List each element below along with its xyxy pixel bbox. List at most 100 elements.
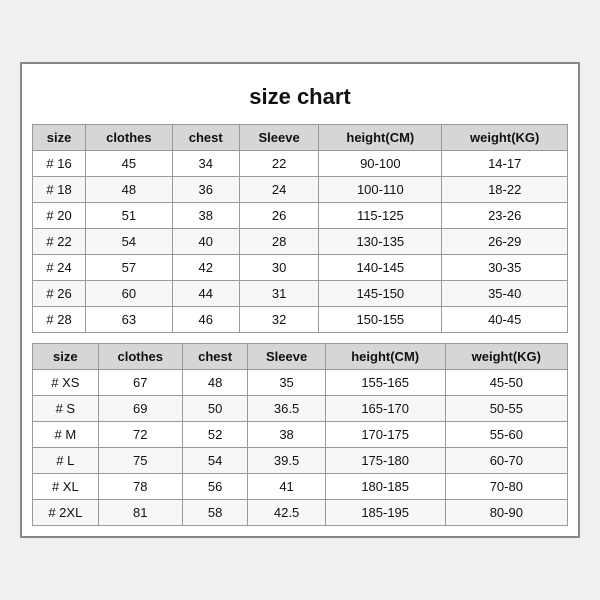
table-cell: # 20 — [33, 203, 86, 229]
table-cell: 34 — [172, 151, 239, 177]
table-cell: 40 — [172, 229, 239, 255]
table-cell: 78 — [98, 474, 182, 500]
table-cell: 39.5 — [248, 448, 325, 474]
table-cell: 44 — [172, 281, 239, 307]
table-cell: # 22 — [33, 229, 86, 255]
table-cell: 90-100 — [319, 151, 442, 177]
table-cell: 38 — [172, 203, 239, 229]
table-cell: 50-55 — [445, 396, 567, 422]
table-cell: # 18 — [33, 177, 86, 203]
table-cell: 22 — [239, 151, 318, 177]
table-cell: 67 — [98, 370, 182, 396]
table-cell: 75 — [98, 448, 182, 474]
table-cell: 60 — [86, 281, 172, 307]
table-cell: 42.5 — [248, 500, 325, 526]
table-cell: 115-125 — [319, 203, 442, 229]
table-cell: 80-90 — [445, 500, 567, 526]
table-cell: 31 — [239, 281, 318, 307]
table-cell: 42 — [172, 255, 239, 281]
table-cell: 63 — [86, 307, 172, 333]
table-cell: 56 — [182, 474, 248, 500]
table2-col-header: clothes — [98, 344, 182, 370]
table-cell: # S — [33, 396, 99, 422]
table-cell: 41 — [248, 474, 325, 500]
table-cell: 70-80 — [445, 474, 567, 500]
table2-body: # XS674835155-16545-50# S695036.5165-170… — [33, 370, 568, 526]
table1-col-header: chest — [172, 125, 239, 151]
table-row: # S695036.5165-17050-55 — [33, 396, 568, 422]
table-row: # 1645342290-10014-17 — [33, 151, 568, 177]
table-cell: 40-45 — [442, 307, 568, 333]
table1-body: # 1645342290-10014-17# 18483624100-11018… — [33, 151, 568, 333]
table1-col-header: clothes — [86, 125, 172, 151]
table1-col-header: height(CM) — [319, 125, 442, 151]
table-cell: 58 — [182, 500, 248, 526]
table1-header: sizeclotheschestSleeveheight(CM)weight(K… — [33, 125, 568, 151]
size-table-1: sizeclotheschestSleeveheight(CM)weight(K… — [32, 124, 568, 333]
table-cell: 48 — [182, 370, 248, 396]
table-cell: 45 — [86, 151, 172, 177]
table-cell: # M — [33, 422, 99, 448]
table-cell: 100-110 — [319, 177, 442, 203]
table-cell: 54 — [182, 448, 248, 474]
table-cell: # 24 — [33, 255, 86, 281]
table-cell: 36 — [172, 177, 239, 203]
table-cell: 145-150 — [319, 281, 442, 307]
table-cell: 24 — [239, 177, 318, 203]
table-cell: # XL — [33, 474, 99, 500]
table-cell: 14-17 — [442, 151, 568, 177]
table-cell: 69 — [98, 396, 182, 422]
table-cell: 51 — [86, 203, 172, 229]
table-cell: 18-22 — [442, 177, 568, 203]
table-cell: # 26 — [33, 281, 86, 307]
table-cell: 32 — [239, 307, 318, 333]
table-cell: # 16 — [33, 151, 86, 177]
table-cell: 35-40 — [442, 281, 568, 307]
table-cell: # L — [33, 448, 99, 474]
table-cell: # 2XL — [33, 500, 99, 526]
table2-header: sizeclotheschestSleeveheight(CM)weight(K… — [33, 344, 568, 370]
table-row: # XS674835155-16545-50 — [33, 370, 568, 396]
table-row: # 28634632150-15540-45 — [33, 307, 568, 333]
table-cell: 36.5 — [248, 396, 325, 422]
table-row: # 20513826115-12523-26 — [33, 203, 568, 229]
table-cell: 50 — [182, 396, 248, 422]
table1-col-header: Sleeve — [239, 125, 318, 151]
table-cell: 23-26 — [442, 203, 568, 229]
table-cell: 150-155 — [319, 307, 442, 333]
table-cell: 170-175 — [325, 422, 445, 448]
chart-title: size chart — [32, 74, 568, 124]
table-row: # M725238170-17555-60 — [33, 422, 568, 448]
table-cell: 26-29 — [442, 229, 568, 255]
table-cell: 26 — [239, 203, 318, 229]
table-row: # XL785641180-18570-80 — [33, 474, 568, 500]
table-cell: 81 — [98, 500, 182, 526]
table2-col-header: size — [33, 344, 99, 370]
table1-col-header: weight(KG) — [442, 125, 568, 151]
table-cell: # 28 — [33, 307, 86, 333]
table-cell: 52 — [182, 422, 248, 448]
table-cell: 155-165 — [325, 370, 445, 396]
table-cell: 130-135 — [319, 229, 442, 255]
table-cell: 60-70 — [445, 448, 567, 474]
table2-col-header: Sleeve — [248, 344, 325, 370]
table-cell: 28 — [239, 229, 318, 255]
table-row: # 22544028130-13526-29 — [33, 229, 568, 255]
table-cell: 46 — [172, 307, 239, 333]
table-cell: # XS — [33, 370, 99, 396]
table-cell: 48 — [86, 177, 172, 203]
table-row: # 18483624100-11018-22 — [33, 177, 568, 203]
table-row: # L755439.5175-18060-70 — [33, 448, 568, 474]
table-row: # 2XL815842.5185-19580-90 — [33, 500, 568, 526]
table-cell: 175-180 — [325, 448, 445, 474]
table-cell: 30 — [239, 255, 318, 281]
table-row: # 24574230140-14530-35 — [33, 255, 568, 281]
table-cell: 165-170 — [325, 396, 445, 422]
table1-col-header: size — [33, 125, 86, 151]
size-table-2: sizeclotheschestSleeveheight(CM)weight(K… — [32, 343, 568, 526]
table-cell: 185-195 — [325, 500, 445, 526]
table-cell: 54 — [86, 229, 172, 255]
table-cell: 140-145 — [319, 255, 442, 281]
table-cell: 72 — [98, 422, 182, 448]
table-cell: 180-185 — [325, 474, 445, 500]
